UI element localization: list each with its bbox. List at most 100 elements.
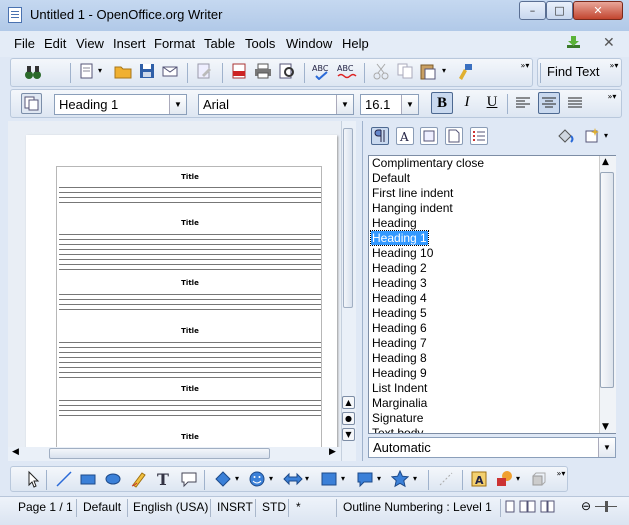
list-styles-button[interactable]: [470, 127, 488, 145]
chevron-down-icon[interactable]: ▾: [377, 474, 381, 483]
align-center-button[interactable]: [538, 92, 560, 114]
chevron-down-icon[interactable]: ▼: [401, 95, 418, 114]
email-document-icon[interactable]: [162, 62, 180, 80]
styles-and-formatting-button[interactable]: [21, 93, 42, 114]
close-document-button[interactable]: ✕: [603, 35, 615, 51]
align-left-icon[interactable]: [515, 95, 531, 111]
drawing-toolbar-overflow-button[interactable]: »▾: [556, 469, 566, 491]
select-pointer-icon[interactable]: [26, 470, 40, 488]
toolbar-overflow-button[interactable]: »▾: [519, 61, 531, 83]
style-list-item[interactable]: Heading 4: [372, 291, 427, 305]
new-document-icon[interactable]: [78, 62, 96, 80]
export-pdf-icon[interactable]: [230, 62, 248, 80]
style-list-item[interactable]: Heading: [372, 216, 417, 230]
find-text-label[interactable]: Find Text: [547, 64, 600, 79]
scroll-left-icon[interactable]: ◀: [12, 447, 19, 457]
style-list-item[interactable]: Hanging indent: [372, 201, 453, 215]
style-list-item[interactable]: Text body: [372, 426, 423, 433]
menu-format[interactable]: Format: [154, 36, 195, 51]
style-list-item[interactable]: Complimentary close: [372, 156, 484, 170]
style-list-item[interactable]: Heading 10: [372, 246, 433, 260]
font-size-combo[interactable]: 16.1 ▼: [360, 94, 419, 115]
clone-formatting-icon[interactable]: [456, 62, 474, 80]
underline-button[interactable]: U: [481, 92, 503, 114]
chevron-down-icon[interactable]: ▼: [598, 438, 615, 457]
scroll-down-icon[interactable]: ▼: [602, 422, 609, 432]
style-list-item[interactable]: Marginalia: [372, 396, 427, 410]
binoculars-icon[interactable]: [24, 63, 42, 81]
menu-edit[interactable]: Edit: [44, 36, 66, 51]
align-justify-icon[interactable]: [567, 95, 583, 111]
style-filter-select[interactable]: Automatic ▼: [368, 437, 616, 458]
menu-table[interactable]: Table: [204, 36, 235, 51]
copy-icon[interactable]: [396, 62, 414, 80]
style-list[interactable]: Complimentary close Default First line ind…: [368, 155, 616, 434]
fill-format-mode-icon[interactable]: [556, 127, 576, 145]
paragraph-styles-button[interactable]: [371, 127, 389, 145]
status-page-style[interactable]: Default: [83, 500, 121, 514]
edit-file-icon[interactable]: [195, 62, 213, 80]
spellcheck-icon[interactable]: ABC: [312, 62, 332, 80]
chevron-down-icon[interactable]: ▼: [336, 95, 353, 114]
chevron-down-icon[interactable]: ▾: [413, 474, 417, 483]
stars-icon[interactable]: [391, 470, 409, 488]
formatting-overflow-button[interactable]: »▾: [606, 92, 618, 114]
flowcharts-icon[interactable]: [320, 470, 338, 488]
style-list-item[interactable]: Heading 6: [372, 321, 427, 335]
menu-file[interactable]: File: [14, 36, 35, 51]
zoom-slider-thumb[interactable]: [605, 501, 608, 512]
chevron-down-icon[interactable]: ▾: [269, 474, 273, 483]
save-icon[interactable]: [138, 62, 156, 80]
character-styles-button[interactable]: A: [396, 127, 414, 145]
menu-view[interactable]: View: [76, 36, 104, 51]
fontwork-icon[interactable]: A: [470, 470, 488, 488]
menu-window[interactable]: Window: [286, 36, 332, 51]
chevron-down-icon[interactable]: ▾: [516, 474, 520, 483]
cut-icon[interactable]: [372, 62, 390, 80]
bold-button[interactable]: B: [431, 92, 453, 114]
next-page-button[interactable]: ▼: [342, 428, 355, 441]
menu-insert[interactable]: Insert: [113, 36, 146, 51]
status-selection-mode[interactable]: STD: [262, 500, 286, 514]
print-preview-icon[interactable]: [278, 62, 296, 80]
style-list-item[interactable]: List Indent: [372, 381, 427, 395]
style-list-item[interactable]: Heading 3: [372, 276, 427, 290]
find-toolbar-overflow-button[interactable]: »▾: [608, 61, 620, 83]
style-list-item[interactable]: Heading 2: [372, 261, 427, 275]
style-list-item[interactable]: Signature: [372, 411, 423, 425]
status-language[interactable]: English (USA): [133, 500, 208, 514]
open-folder-icon[interactable]: [114, 62, 132, 80]
paragraph-style-combo[interactable]: Heading 1 ▼: [54, 94, 187, 115]
page-styles-button[interactable]: [445, 127, 463, 145]
callouts-icon[interactable]: [180, 470, 198, 488]
style-list-scroll-thumb[interactable]: [600, 172, 614, 388]
text-tool-icon[interactable]: T: [155, 470, 173, 488]
chevron-down-icon[interactable]: ▾: [98, 66, 102, 75]
paste-icon[interactable]: [419, 62, 437, 80]
rectangle-icon[interactable]: [79, 470, 97, 488]
style-list-item[interactable]: Default: [372, 171, 410, 185]
block-arrows-icon[interactable]: [283, 470, 303, 488]
extrusion-icon[interactable]: [530, 470, 548, 488]
ellipse-icon[interactable]: [104, 470, 122, 488]
chevron-down-icon[interactable]: ▼: [169, 95, 186, 114]
callout-shapes-icon[interactable]: [356, 470, 374, 488]
print-icon[interactable]: [254, 62, 272, 80]
chevron-down-icon[interactable]: ▾: [442, 66, 446, 75]
update-download-icon[interactable]: [566, 36, 581, 49]
navigation-button[interactable]: ●: [342, 412, 355, 425]
status-insert-mode[interactable]: INSRT: [217, 500, 253, 514]
chevron-down-icon[interactable]: ▾: [604, 131, 608, 140]
insert-image-icon[interactable]: [495, 470, 513, 488]
style-list-item-selected[interactable]: Heading 1: [370, 230, 429, 246]
italic-button[interactable]: I: [456, 92, 478, 114]
previous-page-button[interactable]: ▲: [342, 396, 355, 409]
maximize-button[interactable]: □: [546, 1, 573, 20]
minimize-button[interactable]: –: [519, 1, 546, 20]
view-layout-icon[interactable]: [505, 500, 555, 514]
scroll-right-icon[interactable]: ▶: [329, 447, 336, 457]
chevron-down-icon[interactable]: ▾: [305, 474, 309, 483]
freeform-line-icon[interactable]: [130, 470, 148, 488]
text-area[interactable]: Title Title Title Title Title Title: [56, 166, 322, 455]
style-list-item[interactable]: Heading 5: [372, 306, 427, 320]
